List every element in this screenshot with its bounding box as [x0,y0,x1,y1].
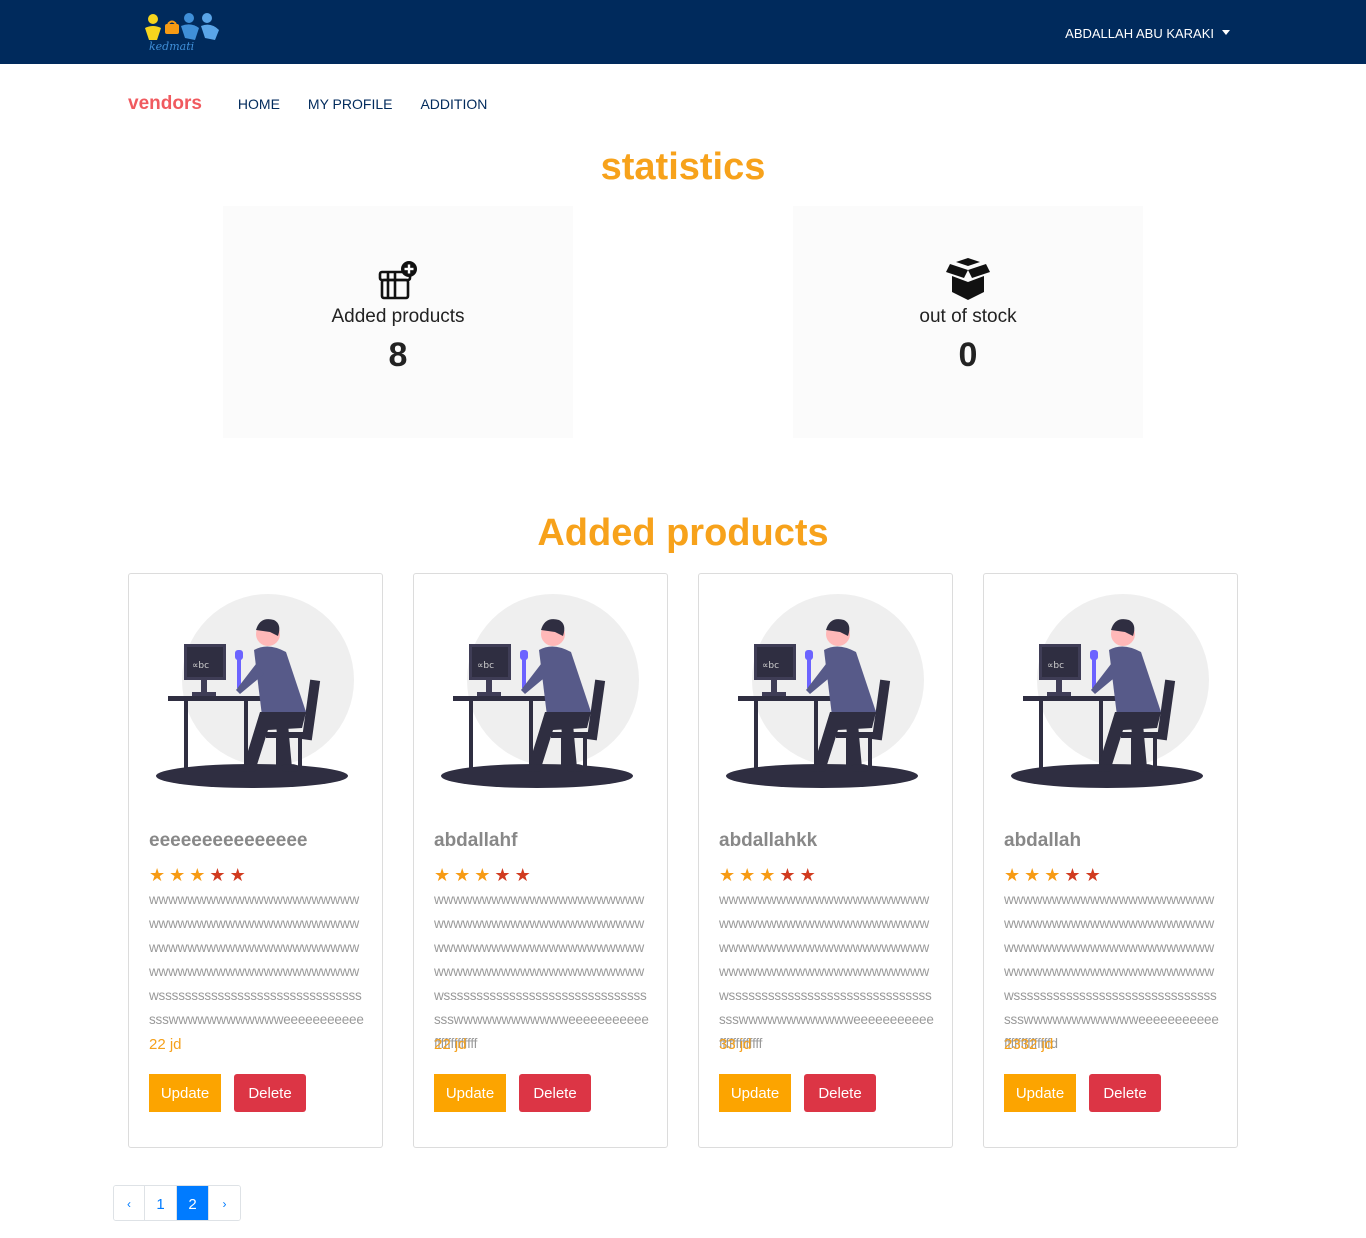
developer-illustration: ∝bc [726,594,924,788]
product-name: abdallah [1004,830,1082,851]
star-icon: ★ [209,865,226,885]
statistics-title: statistics [600,146,766,188]
star-icon: ★ [189,865,206,885]
star-icon: ★ [494,865,511,885]
stat-value: 0 [958,336,978,374]
delete-button[interactable]: Delete [234,1074,306,1112]
gift-plus-icon [378,261,417,300]
product-card: ∝bc abdallah ★ ★ ★ ★ ★ wwwwwwwwwwwwwwwwwwwww… [983,573,1238,1148]
product-card: ∝bc eeeeeeeeeeeeeee ★ ★ ★ ★ ★ wwwwwwwwwwwwww… [128,573,383,1148]
update-button[interactable]: Update [149,1074,221,1112]
star-icon: ★ [779,865,796,885]
open-box-icon [946,258,990,300]
nav-link-my-profile[interactable]: MY PROFILE [308,96,393,112]
star-icon: ★ [719,865,736,885]
product-rating: ★ ★ ★ ★ ★ [434,866,535,884]
star-icon: ★ [229,865,246,885]
product-card: ∝bc abdallahkk ★ ★ ★ ★ ★ wwwwwwwwwwwwwwwwwww… [698,573,953,1148]
product-name: abdallahf [434,830,518,851]
product-description: wwwwwwwwwwwwwwwwwwwwwwwwwwwwwwwwwwwwwwww… [149,892,364,1027]
product-rating: ★ ★ ★ ★ ★ [149,866,250,884]
update-button[interactable]: Update [1004,1074,1076,1112]
stat-value: 8 [388,336,408,374]
star-icon: ★ [1044,865,1061,885]
product-rating: ★ ★ ★ ★ ★ [719,866,820,884]
star-icon: ★ [739,865,756,885]
brand-vendors[interactable]: vendors [128,93,202,115]
star-icon: ★ [1084,865,1101,885]
star-icon: ★ [434,865,451,885]
developer-illustration: ∝bc [441,594,639,788]
stat-card-added-products: Added products 8 [223,206,573,438]
caret-down-icon [1222,29,1230,35]
product-name: abdallahkk [719,830,818,851]
star-icon: ★ [169,865,186,885]
product-description: wwwwwwwwwwwwwwwwwwwwwwwwwwwwwwwwwwwwwwww… [434,892,649,1051]
star-icon: ★ [149,865,166,885]
pagination: ‹ 1 2 › [113,1185,241,1221]
added-products-title: Added products [537,512,829,554]
star-icon: ★ [759,865,776,885]
star-icon: ★ [1064,865,1081,885]
nav-link-home[interactable]: HOME [238,96,280,112]
kedmati-logo[interactable]: kedmati [143,10,225,54]
star-icon: ★ [799,865,816,885]
star-icon: ★ [1004,865,1021,885]
svg-text:∝bc: ∝bc [762,661,779,671]
star-icon: ★ [474,865,491,885]
product-description: wwwwwwwwwwwwwwwwwwwwwwwwwwwwwwwwwwwwwwww… [1004,892,1219,1051]
product-description: wwwwwwwwwwwwwwwwwwwwwwwwwwwwwwwwwwwwwwww… [719,892,934,1051]
svg-text:∝bc: ∝bc [192,661,209,671]
user-name: ABDALLAH ABU KARAKI [1065,25,1214,41]
update-button[interactable]: Update [434,1074,506,1112]
svg-text:∝bc: ∝bc [1047,661,1064,671]
product-price: 2332 jd [1004,1036,1054,1053]
pagination-page-1[interactable]: 1 [145,1186,177,1220]
pagination-page-2[interactable]: 2 [177,1186,209,1220]
product-price: 22 jd [149,1036,182,1053]
star-icon: ★ [514,865,531,885]
stat-card-out-of-stock: out of stock 0 [793,206,1143,438]
delete-button[interactable]: Delete [804,1074,876,1112]
pagination-prev[interactable]: ‹ [114,1186,145,1220]
product-price: 33 jd [719,1036,752,1053]
svg-text:∝bc: ∝bc [477,661,494,671]
product-rating: ★ ★ ★ ★ ★ [1004,866,1105,884]
pagination-next[interactable]: › [209,1186,240,1220]
product-price: 22 jd [434,1036,467,1053]
stat-label: Added products [331,306,465,327]
top-navbar: kedmati ABDALLAH ABU KARAKI [0,0,1366,64]
star-icon: ★ [1024,865,1041,885]
developer-illustration: ∝bc [156,594,354,788]
delete-button[interactable]: Delete [519,1074,591,1112]
developer-illustration: ∝bc [1011,594,1209,788]
stat-label: out of stock [919,306,1017,327]
user-dropdown[interactable]: ABDALLAH ABU KARAKI [1065,24,1230,42]
product-name: eeeeeeeeeeeeeee [149,830,308,851]
star-icon: ★ [454,865,471,885]
logo-text: kedmati [149,40,194,53]
delete-button[interactable]: Delete [1089,1074,1161,1112]
update-button[interactable]: Update [719,1074,791,1112]
secondary-nav: vendors HOME MY PROFILE ADDITION [128,90,515,118]
product-card: ∝bc abdallahf ★ ★ ★ ★ ★ wwwwwwwwwwwwwwwwwwww… [413,573,668,1148]
nav-link-addition[interactable]: ADDITION [420,96,487,112]
